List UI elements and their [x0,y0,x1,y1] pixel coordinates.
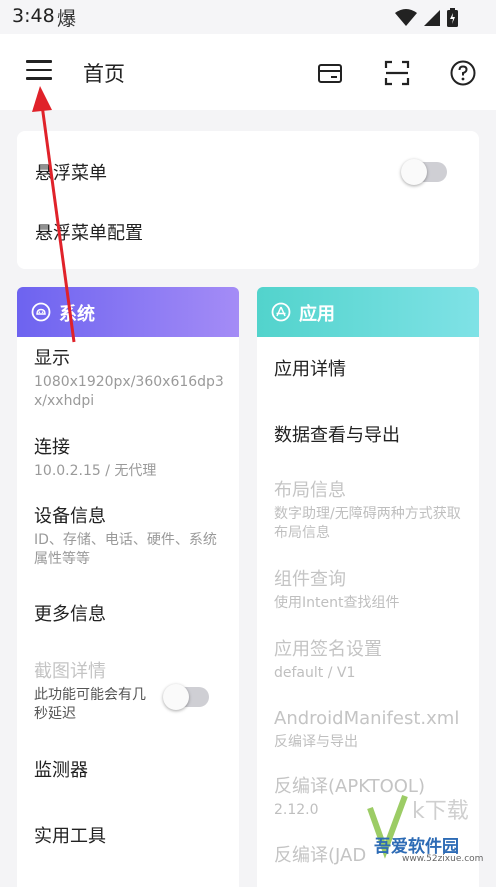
apps-item-signature-settings[interactable]: 应用签名设置 default / V1 [274,638,469,683]
app-store-icon [271,302,291,322]
item-subtitle: 10.0.2.15 / 无代理 [34,463,157,479]
app-toolbar: 首页 [0,34,496,110]
status-time: 3:48 [12,5,55,27]
system-item-monitor[interactable]: 监测器 [34,759,229,783]
item-subtitle: default / V1 [274,665,356,681]
item-title: 应用签名设置 [274,639,382,660]
status-bar: 3:48 爆 [0,0,496,34]
item-title: 截图详情 [34,661,106,682]
battery-icon [447,8,458,27]
scan-icon[interactable] [383,59,411,87]
system-item-device-info[interactable]: 设备信息 ID、存储、电话、硬件、系统属性等等 [34,505,229,569]
android-icon [31,302,51,322]
item-title: 设备信息 [34,506,106,527]
apps-item-manifest[interactable]: AndroidManifest.xml 反编译与导出 [274,707,469,752]
item-title: 监测器 [34,760,88,781]
item-title: 布局信息 [274,480,346,501]
item-subtitle: 此功能可能会有几秒延迟 [34,687,146,722]
page-title: 首页 [83,62,125,86]
item-title: 实用工具 [34,826,106,847]
hamburger-menu-icon[interactable] [26,60,52,82]
item-title: AndroidManifest.xml [274,708,460,729]
item-title: 数据查看与导出 [274,425,400,446]
item-title: 显示 [34,348,70,369]
item-subtitle: ID、存储、电话、硬件、系统属性等等 [34,532,217,567]
floating-menu-card: 悬浮菜单 悬浮菜单配置 [17,131,479,269]
apps-item-component-query[interactable]: 组件查询 使用Intent查找组件 [274,568,469,613]
system-section-header: 系统 [17,287,239,337]
apps-item-app-details[interactable]: 应用详情 [274,358,469,382]
item-title: 更多信息 [34,604,106,625]
signal-icon [424,9,440,26]
status-icons [395,8,458,27]
item-subtitle: 使用Intent查找组件 [274,595,400,611]
watermark-url: www.52zixue.com [402,854,484,864]
app-notification-icon: 爆 [57,8,77,30]
apps-section-header: 应用 [257,287,479,337]
wifi-icon [395,8,417,26]
system-section: 系统 显示 1080x1920px/360x616dp3x/xxhdpi 连接 … [17,287,239,887]
item-title: 应用详情 [274,359,346,380]
apps-item-data-export[interactable]: 数据查看与导出 [274,424,469,448]
item-title: 连接 [34,437,70,458]
svg-text:k下载: k下载 [412,799,469,824]
system-item-utilities[interactable]: 实用工具 [34,825,229,849]
system-section-title: 系统 [59,304,95,325]
item-subtitle: 反编译与导出 [274,734,358,750]
screenshot-details-toggle[interactable] [163,684,209,710]
watermark: k下载 吾爱软件园 www.52zixue.com [350,788,496,866]
floating-menu-label: 悬浮菜单 [35,163,107,184]
item-title: 组件查询 [274,569,346,590]
wallet-icon[interactable] [316,59,344,87]
system-item-display[interactable]: 显示 1080x1920px/360x616dp3x/xxhdpi [34,347,229,411]
system-item-connection[interactable]: 连接 10.0.2.15 / 无代理 [34,436,229,481]
system-item-more-info[interactable]: 更多信息 [34,603,229,627]
apps-item-layout-info[interactable]: 布局信息 数字助理/无障碍两种方式获取布局信息 [274,479,469,543]
apps-section-title: 应用 [299,304,335,325]
help-icon[interactable] [449,59,477,87]
floating-menu-config-item[interactable]: 悬浮菜单配置 [35,219,143,245]
item-subtitle: 1080x1920px/360x616dp3x/xxhdpi [34,374,224,409]
item-subtitle: 数字助理/无障碍两种方式获取布局信息 [274,506,461,541]
floating-menu-toggle[interactable] [401,159,447,185]
